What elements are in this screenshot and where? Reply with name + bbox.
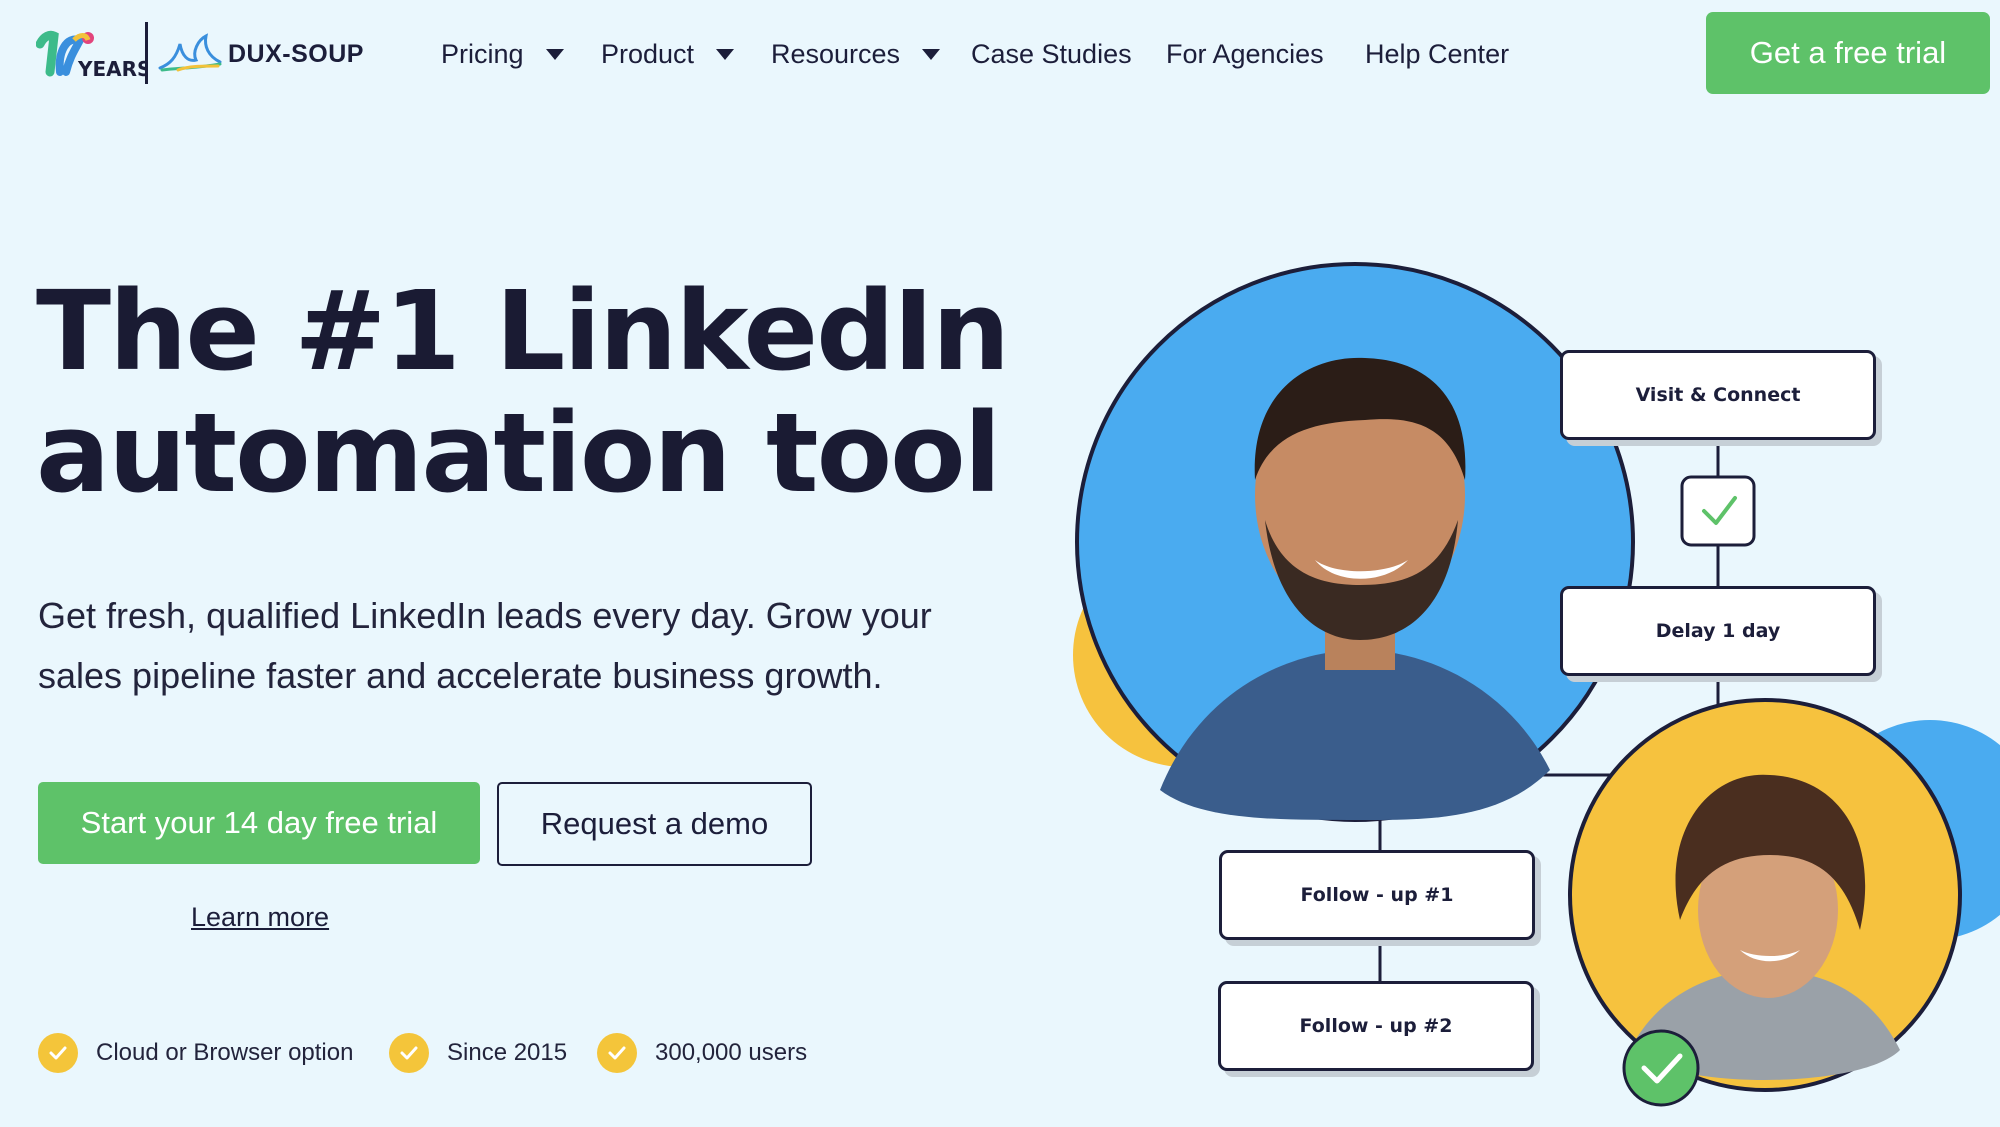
flow-step-visit-connect: Visit & Connect — [1560, 350, 1876, 440]
flow-step-delay: Delay 1 day — [1560, 586, 1876, 676]
site-header: YEARS DUX-SOUP Pricing Product Resources… — [0, 0, 2000, 110]
brand-name[interactable]: DUX-SOUP — [228, 40, 364, 69]
hero-subtext: Get fresh, qualified LinkedIn leads ever… — [38, 595, 932, 696]
learn-more-link[interactable]: Learn more — [191, 902, 329, 933]
feature-cloud-browser: Cloud or Browser option — [38, 1032, 353, 1074]
start-free-trial-button[interactable]: Start your 14 day free trial — [38, 782, 480, 864]
feature-since: Since 2015 — [389, 1032, 567, 1074]
nav-item-label: Resources — [771, 38, 901, 69]
check-icon — [597, 1033, 637, 1073]
request-demo-button[interactable]: Request a demo — [497, 782, 812, 866]
feature-label: Cloud or Browser option — [96, 1039, 354, 1066]
nav-item-resources[interactable]: Resources — [771, 34, 941, 74]
nav-item-pricing[interactable]: Pricing — [441, 34, 564, 74]
nav-item-label: Pricing — [441, 38, 524, 69]
get-free-trial-button[interactable]: Get a free trial — [1706, 12, 1990, 94]
nav-item-help-center[interactable]: Help Center — [1365, 34, 1509, 74]
nav-item-label: For Agencies — [1166, 38, 1324, 69]
success-check-badge — [1622, 1029, 1700, 1107]
svg-text:YEARS: YEARS — [77, 57, 146, 81]
feature-users: 300,000 users — [597, 1032, 807, 1074]
nav-item-case-studies[interactable]: Case Studies — [971, 34, 1132, 74]
headline-line-1: The #1 LinkedIn — [36, 267, 1010, 395]
nav-item-product[interactable]: Product — [601, 34, 735, 74]
caret-down-icon — [922, 48, 941, 60]
ten-years-logo[interactable]: YEARS — [36, 26, 146, 82]
nav-item-for-agencies[interactable]: For Agencies — [1166, 34, 1324, 74]
hero-headline: The #1 LinkedIn automation tool — [36, 267, 1010, 517]
check-icon — [389, 1033, 429, 1073]
caret-down-icon — [716, 48, 735, 60]
check-icon — [38, 1033, 78, 1073]
flow-step-follow-up-1: Follow - up #1 — [1219, 850, 1535, 940]
logo-divider — [145, 22, 148, 84]
nav-item-label: Help Center — [1365, 38, 1510, 69]
nav-item-label: Case Studies — [971, 38, 1132, 69]
nav-item-label: Product — [601, 38, 695, 69]
bird-logo-icon[interactable] — [158, 30, 224, 74]
flow-step-follow-up-2: Follow - up #2 — [1218, 981, 1534, 1071]
headline-line-2: automation tool — [36, 389, 1001, 517]
hero-illustration: Visit & Connect Delay 1 day Follow - up … — [1030, 230, 2000, 1127]
feature-label: 300,000 users — [655, 1039, 808, 1066]
feature-label: Since 2015 — [447, 1039, 568, 1066]
caret-down-icon — [545, 48, 564, 60]
